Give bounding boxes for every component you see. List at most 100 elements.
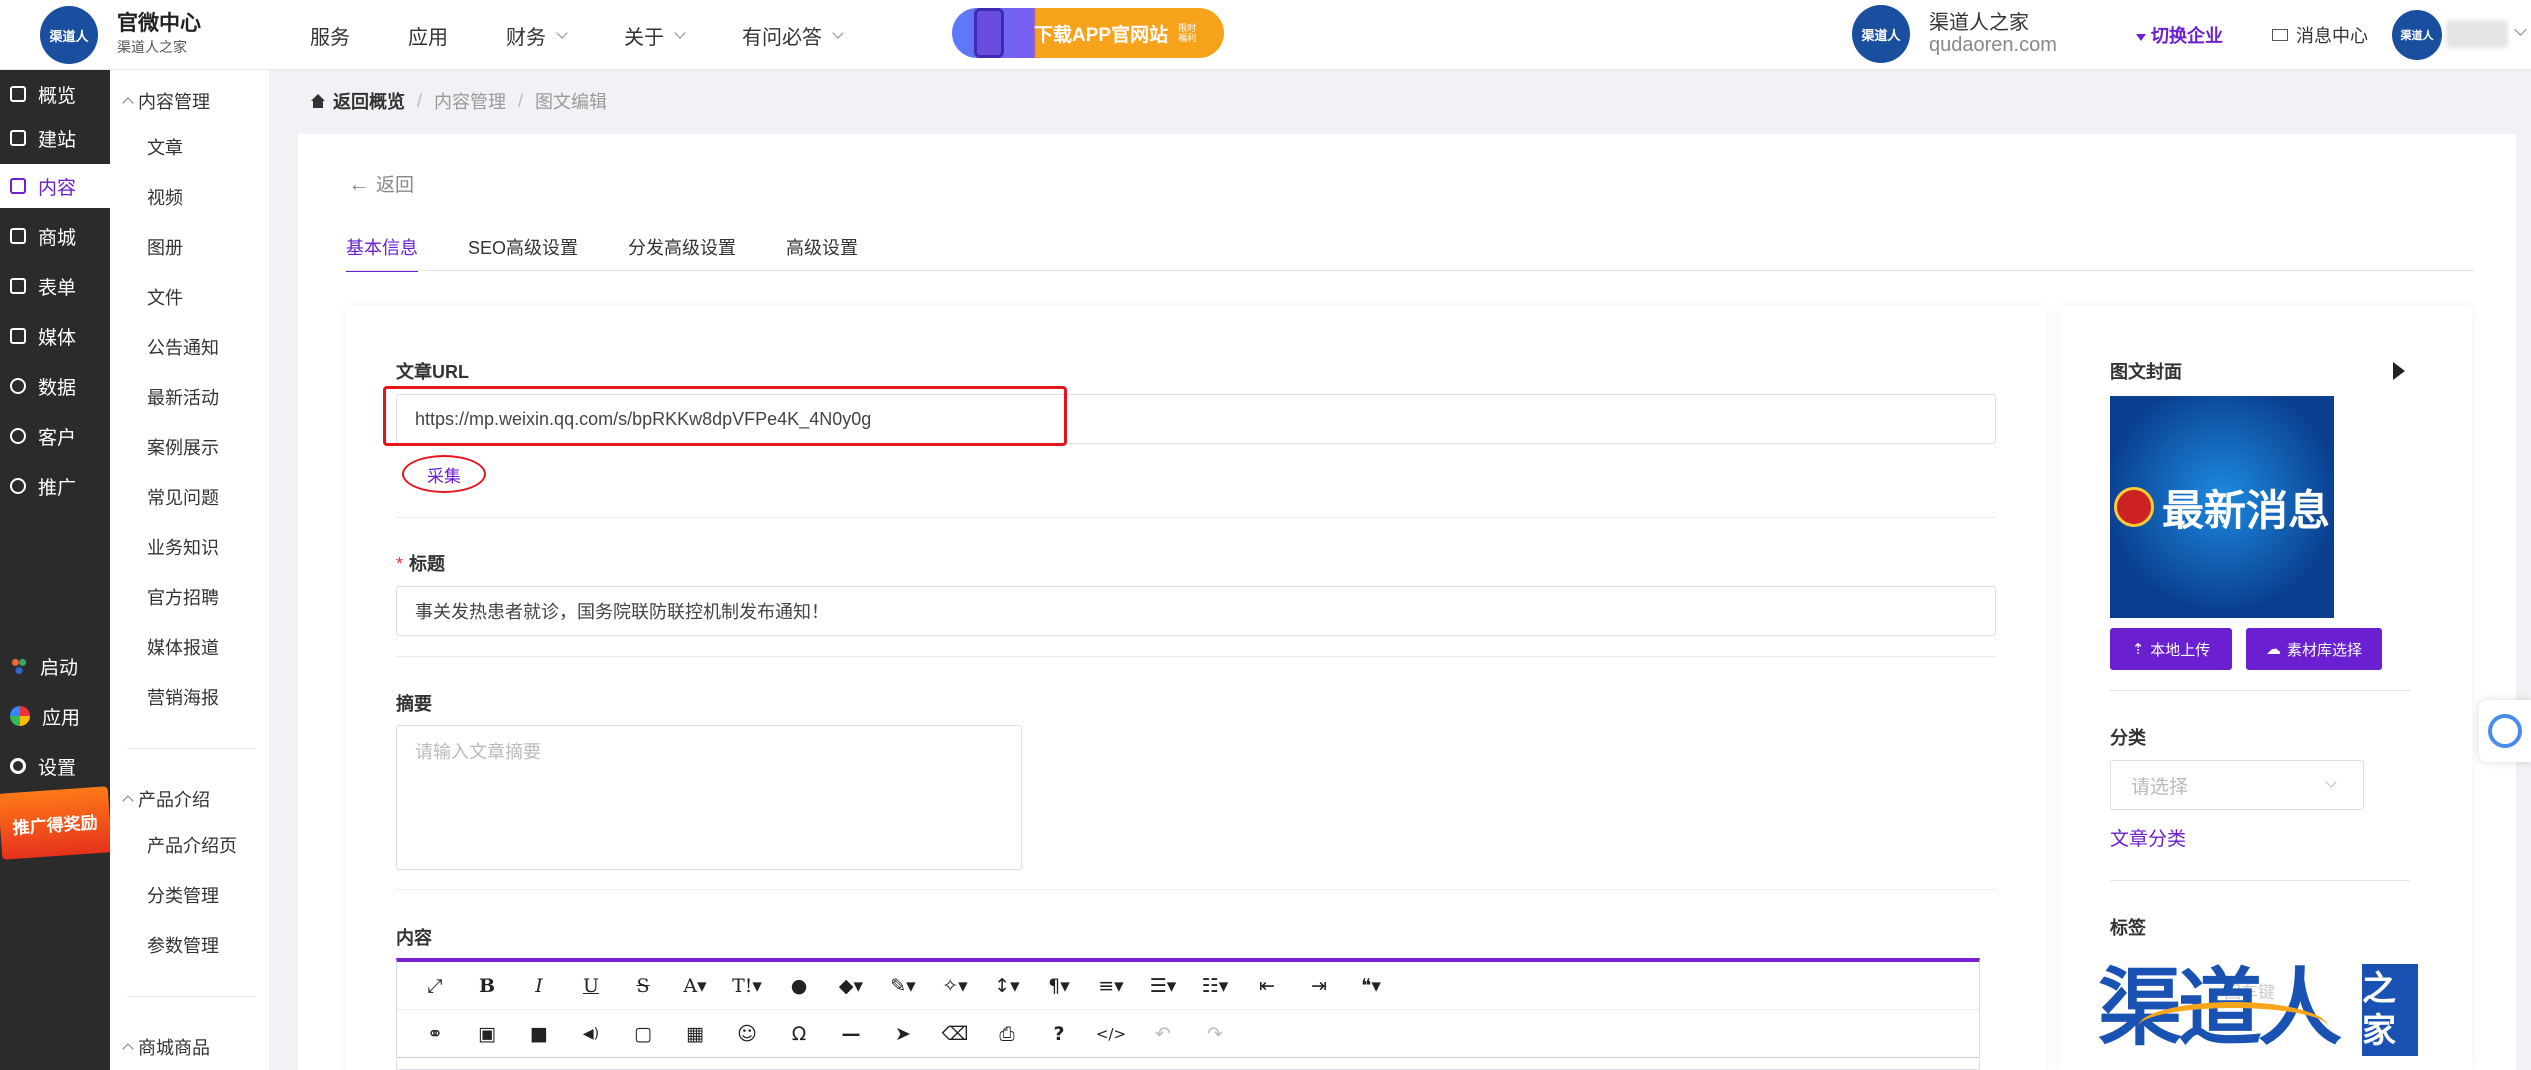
subnav-item[interactable]: 文章 [147,134,183,160]
customer-service-button[interactable] [2479,700,2531,762]
download-app-banner[interactable]: 下载APP官网站 限时福利 [952,8,1224,58]
subnav-item[interactable]: 视频 [147,184,183,210]
ordered-list-icon[interactable]: ☰▾ [1137,968,1189,1004]
tab-advanced-settings[interactable]: 高级设置 [786,232,858,272]
subnav-group-shop[interactable]: 商城商品 [122,1034,210,1060]
audio-icon[interactable]: ◀) [565,1016,617,1052]
sidebar-item-apps[interactable]: 应用 [0,694,110,738]
subnav-item[interactable]: 业务知识 [147,534,219,560]
message-center-button[interactable]: 消息中心 [2272,22,2368,48]
sidebar-item-data[interactable]: 数据 [0,364,110,408]
select-cursor-icon[interactable]: ➤ [877,1016,929,1052]
summary-textarea[interactable]: 请输入文章摘要 [396,725,1022,870]
sidebar-item-launch[interactable]: 启动 [0,644,110,688]
title-input[interactable]: 事关发热患者就诊，国务院联防联控机制发布通知！ [396,586,1996,636]
sidebar-item-shop[interactable]: 商城 [0,214,110,258]
sidebar-item-forms[interactable]: 表单 [0,264,110,308]
unordered-list-icon[interactable]: ☷▾ [1189,968,1241,1004]
category-select[interactable]: 请选择 [2110,760,2364,810]
image-icon[interactable]: ▣ [461,1016,513,1052]
sidebar-item-customers[interactable]: 客户 [0,414,110,458]
brand-logo[interactable]: 渠道人 [40,6,98,64]
article-category-link[interactable]: 文章分类 [2110,824,2186,851]
print-icon[interactable]: ⎙ [981,1016,1033,1052]
chevron-down-icon[interactable] [2514,23,2527,36]
nav-faq[interactable]: 有问必答 [742,21,844,50]
font-size-icon[interactable]: T!▾ [721,968,773,1004]
paragraph-icon[interactable]: ¶▾ [1033,968,1085,1004]
fullscreen-icon[interactable]: ⤢ [409,968,461,1004]
tag-icon[interactable]: ◆▾ [825,968,877,1004]
subnav-item[interactable]: 营销海报 [147,684,219,710]
bold-icon[interactable]: B [461,968,513,1004]
sidebar-item-promote[interactable]: 推广 [0,464,110,508]
help-icon[interactable]: ? [1033,1016,1085,1052]
subnav-item[interactable]: 参数管理 [147,932,219,958]
nav-label: 服务 [310,26,350,49]
link-icon[interactable]: ⚭ [409,1016,461,1052]
align-icon[interactable]: ≡▾ [1085,968,1137,1004]
subnav-item[interactable]: 文件 [147,284,183,310]
sidebar-item-settings[interactable]: 设置 [0,744,110,788]
play-icon[interactable] [2393,362,2405,380]
special-char-icon[interactable]: Ω [773,1016,825,1052]
link-icon [10,478,26,494]
subnav-item[interactable]: 产品介绍页 [147,832,237,858]
subnav-item[interactable]: 常见问题 [147,484,219,510]
nav-about[interactable]: 关于 [624,21,686,50]
back-button[interactable]: ← 返回 [348,170,414,197]
subnav-item[interactable]: 公告通知 [147,334,219,360]
brush-icon[interactable]: ✎▾ [877,968,929,1004]
avatar[interactable]: 渠道人 [2392,10,2442,60]
watermark-box: 之家 [2362,964,2418,1056]
emblem-icon [2113,487,2154,527]
italic-icon[interactable]: I [513,968,565,1004]
strikethrough-icon[interactable]: S [617,968,669,1004]
horizontal-rule-icon[interactable]: — [825,1016,877,1052]
subnav-group-content[interactable]: 内容管理 [122,88,210,114]
sidebar-item-media[interactable]: 媒体 [0,314,110,358]
nav-apps[interactable]: 应用 [408,21,448,50]
indent-icon[interactable]: ⇥ [1293,968,1345,1004]
underline-icon[interactable]: U [565,968,617,1004]
emoji-icon[interactable]: ☺ [721,1016,773,1052]
quote-icon[interactable]: ❝▾ [1345,968,1397,1004]
tab-seo-settings[interactable]: SEO高级设置 [468,232,578,272]
sidebar-item-content[interactable]: 内容 [0,164,110,208]
table-icon[interactable]: ▦ [669,1016,721,1052]
breadcrumb-content-link[interactable]: 内容管理 [434,88,506,114]
library-select-button[interactable]: ☁ 素材库选择 [2246,628,2382,670]
subnav-item[interactable]: 媒体报道 [147,634,219,660]
sidebar-item-label: 数据 [38,377,77,399]
undo-icon[interactable]: ↶ [1137,1016,1189,1052]
video-icon[interactable]: ■ [513,1016,565,1052]
local-upload-button[interactable]: ⇡ 本地上传 [2110,628,2232,670]
subnav-item[interactable]: 分类管理 [147,882,219,908]
cover-image[interactable]: 最新消息 [2110,396,2334,618]
line-height-icon[interactable]: ↕▾ [981,968,1033,1004]
code-icon[interactable]: </> [1085,1016,1137,1052]
subnav-item[interactable]: 案例展示 [147,434,219,460]
outdent-icon[interactable]: ⇤ [1241,968,1293,1004]
switch-company-button[interactable]: 切换企业 [2136,22,2223,48]
subnav-item[interactable]: 最新活动 [147,384,219,410]
tab-distribution-settings[interactable]: 分发高级设置 [628,232,736,272]
subnav-group-product[interactable]: 产品介绍 [122,786,210,812]
font-color-icon[interactable]: A▾ [669,968,721,1004]
nav-finance[interactable]: 财务 [506,21,568,50]
file-icon[interactable]: ▢ [617,1016,669,1052]
background-color-icon[interactable]: ● [773,968,825,1004]
subnav-item[interactable]: 官方招聘 [147,584,219,610]
redo-icon[interactable]: ↷ [1189,1016,1241,1052]
sidebar-item-site[interactable]: 建站 [0,116,110,160]
chevron-down-icon [556,27,568,39]
breadcrumb-home-link[interactable]: 返回概览 [333,88,405,114]
magic-wand-icon[interactable]: ✧▾ [929,968,981,1004]
tab-basic-info[interactable]: 基本信息 [346,232,418,272]
collect-button[interactable]: 采集 [402,455,486,493]
eraser-icon[interactable]: ⌫ [929,1016,981,1052]
sidebar-item-overview[interactable]: 概览 [0,72,110,116]
subnav-item[interactable]: 图册 [147,234,183,260]
promo-badge[interactable]: 推广得奖励 [0,786,113,860]
nav-services[interactable]: 服务 [310,21,350,50]
